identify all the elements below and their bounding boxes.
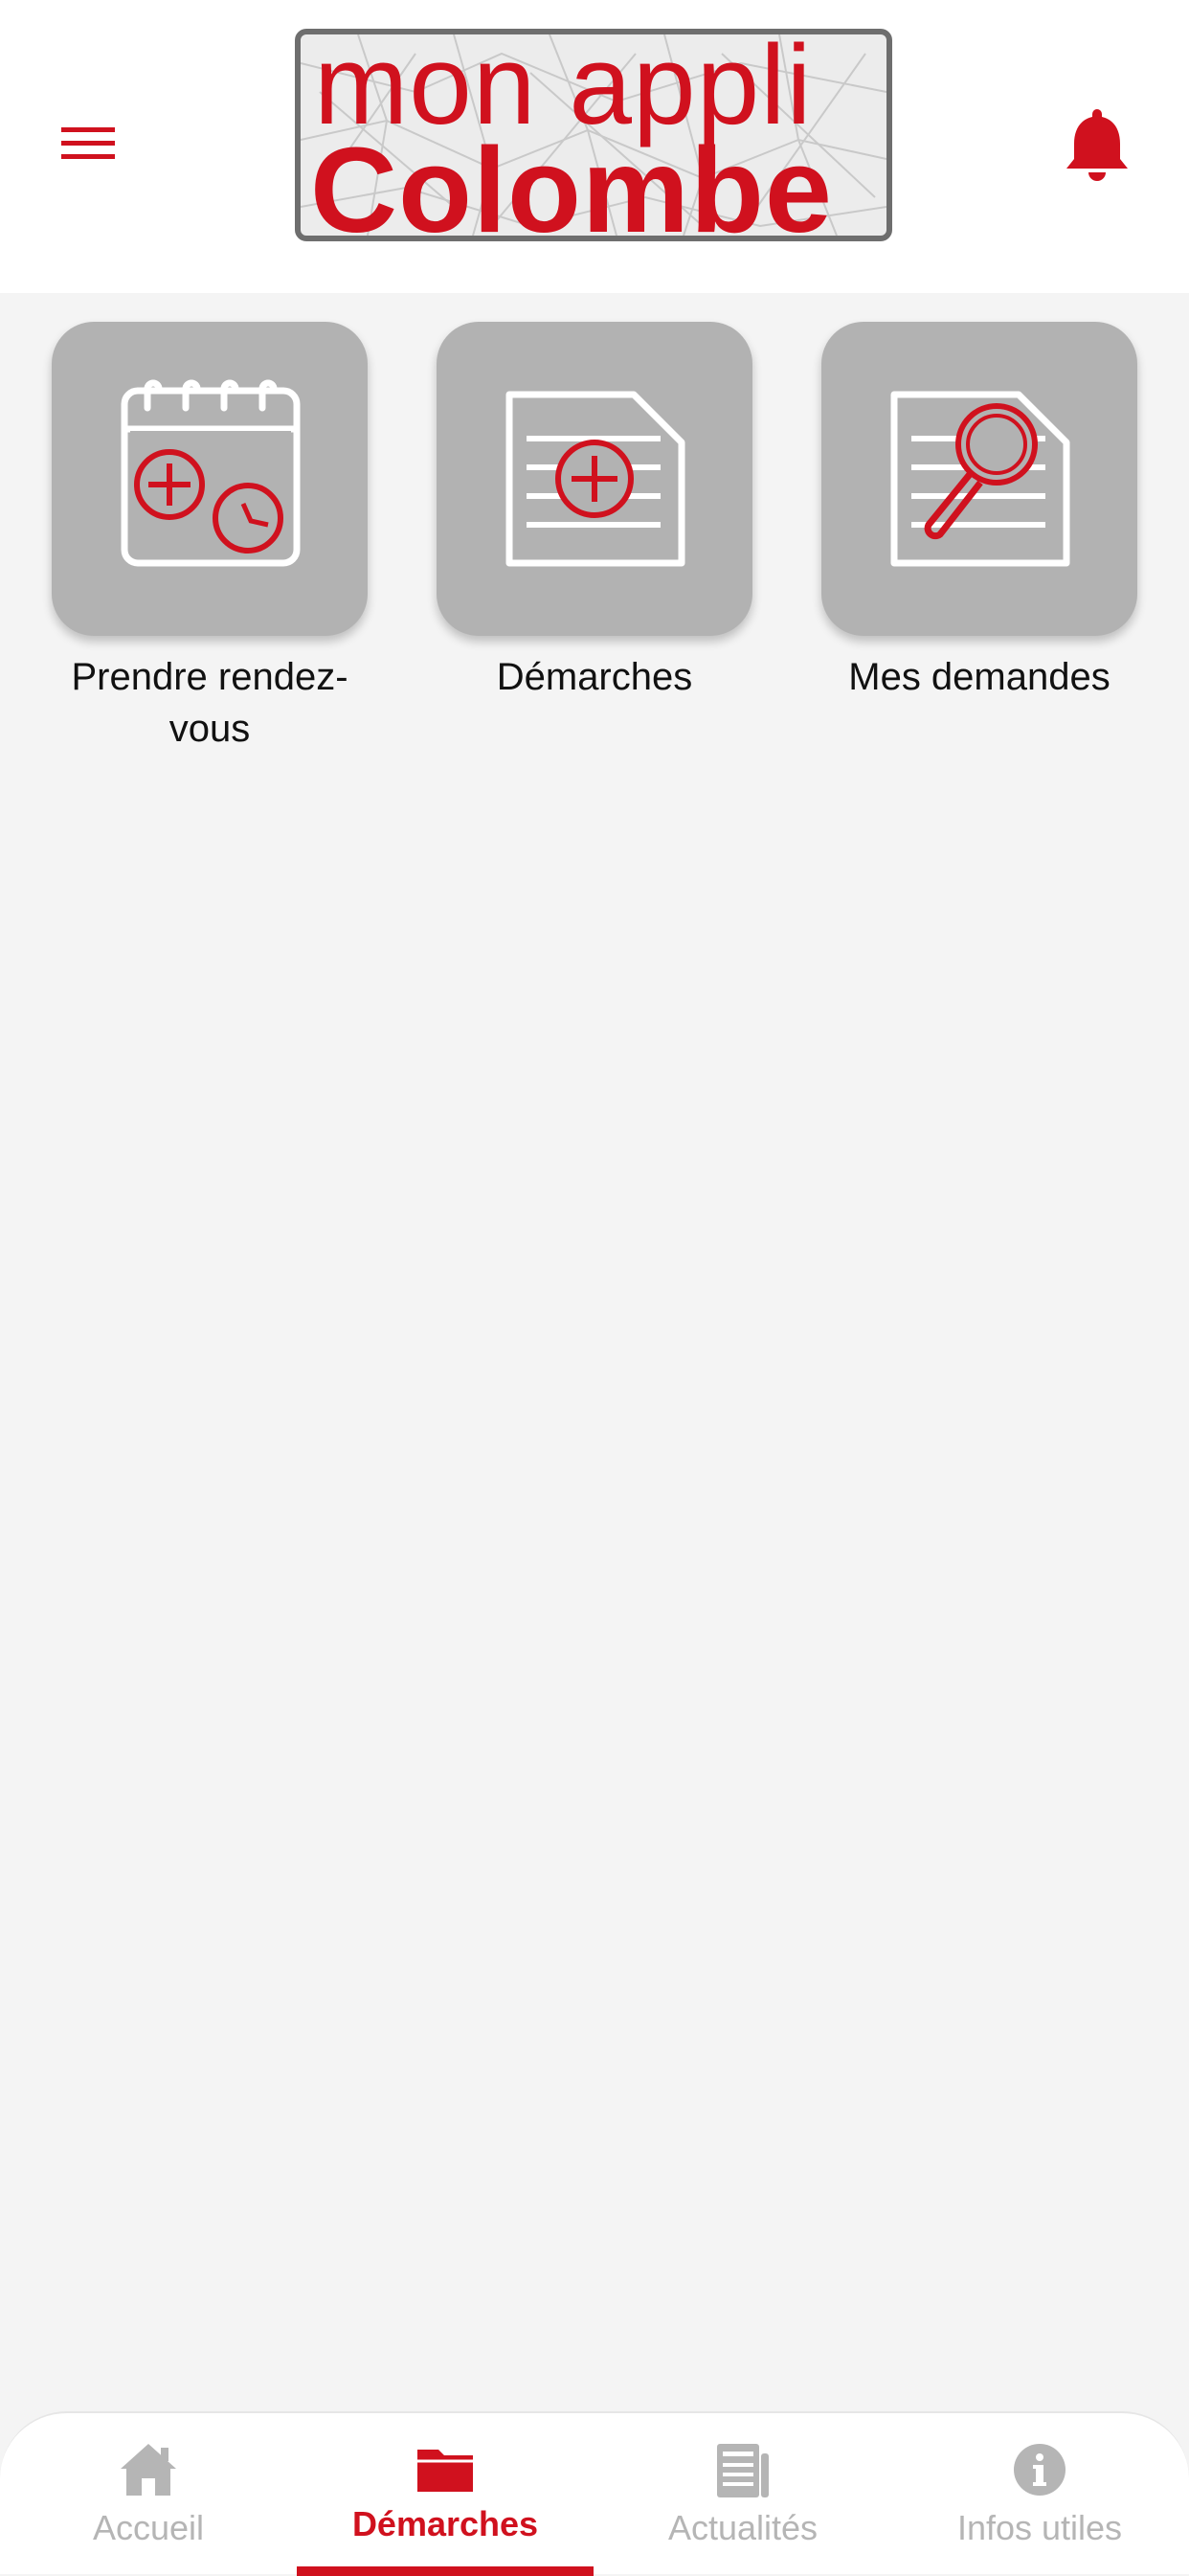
tab-label: Actualités <box>667 2508 819 2547</box>
newspaper-icon <box>717 2444 769 2497</box>
tile-prendre-rendez-vous[interactable]: Prendre rendez- vous <box>52 322 368 755</box>
hamburger-menu-icon <box>61 127 115 159</box>
tab-actualites[interactable]: Actualités <box>594 2413 891 2574</box>
tab-accueil[interactable]: Accueil <box>0 2413 297 2574</box>
tile-label: Démarches <box>496 656 693 698</box>
tile-mes-demandes[interactable]: Mes demandes <box>821 322 1137 703</box>
tile-demarches[interactable]: Démarches <box>437 322 752 703</box>
bell-icon <box>1066 109 1128 181</box>
calendar-plus-clock-icon <box>121 379 301 567</box>
notifications-button[interactable] <box>1063 105 1132 184</box>
document-plus-icon <box>505 391 685 567</box>
tile-icon-box <box>437 322 752 636</box>
app-logo: mon appli Colombe <box>295 29 892 241</box>
tab-label: Démarches <box>351 2504 539 2543</box>
document-search-icon <box>890 391 1070 567</box>
info-icon <box>1014 2444 1066 2496</box>
tile-icon-box <box>821 322 1137 636</box>
active-tab-indicator <box>297 2566 594 2576</box>
bottom-tab-bar: Accueil Démarches Actualités Infos utile… <box>0 2411 1189 2576</box>
tab-label: Accueil <box>92 2508 205 2547</box>
folder-icon <box>417 2450 473 2492</box>
home-icon <box>121 2444 176 2496</box>
tile-icon-box <box>52 322 368 636</box>
tile-label: Prendre rendez- vous <box>71 656 348 750</box>
tile-label: Mes demandes <box>848 656 1110 698</box>
app-header: mon appli Colombe <box>0 0 1189 293</box>
menu-button[interactable] <box>56 115 123 172</box>
logo-text-line2: Colombe <box>310 123 834 241</box>
tab-infos-utiles[interactable]: Infos utiles <box>891 2413 1188 2574</box>
tab-label: Infos utiles <box>956 2508 1123 2547</box>
tab-demarches[interactable]: Démarches <box>297 2413 594 2576</box>
